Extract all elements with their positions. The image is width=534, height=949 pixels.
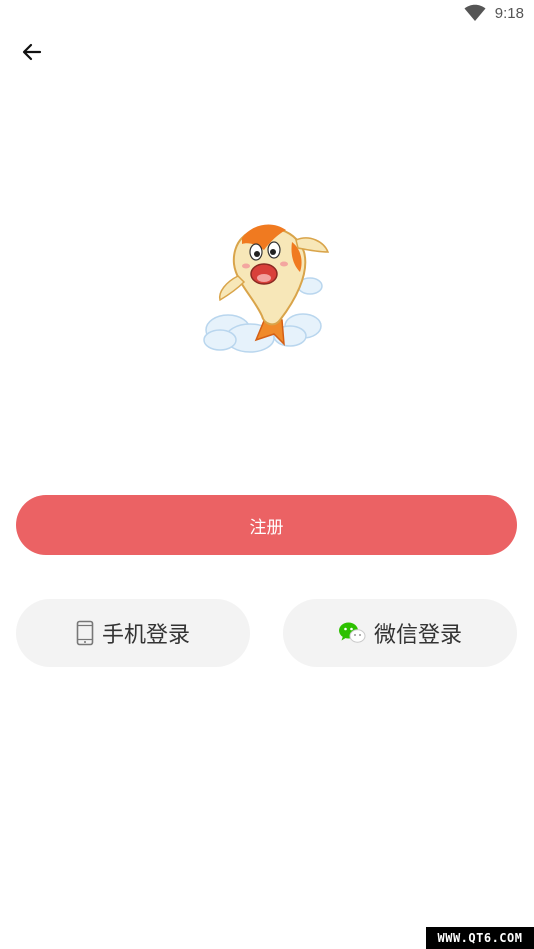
register-button[interactable]: 注册 bbox=[16, 495, 517, 555]
wifi-icon bbox=[464, 4, 486, 21]
register-button-label: 注册 bbox=[249, 517, 284, 538]
phone-login-button[interactable]: 手机登录 bbox=[16, 599, 250, 667]
arrow-left-icon bbox=[22, 43, 42, 61]
wechat-icon bbox=[338, 621, 366, 645]
status-time: 9:18 bbox=[494, 5, 524, 22]
wechat-login-button[interactable]: 微信登录 bbox=[283, 599, 517, 667]
phone-login-label: 手机登录 bbox=[101, 623, 190, 648]
back-button[interactable] bbox=[14, 36, 50, 68]
koi-fish-mascot bbox=[203, 224, 330, 353]
status-bar: 9:18 bbox=[0, 0, 534, 30]
wechat-login-label: 微信登录 bbox=[373, 623, 462, 648]
watermark: WWW.QT6.COM bbox=[426, 927, 534, 949]
phone-icon bbox=[76, 620, 94, 646]
login-screen: 9:18 注册 手机登录 微信登录 WWW.QT6.COM bbox=[0, 0, 534, 949]
